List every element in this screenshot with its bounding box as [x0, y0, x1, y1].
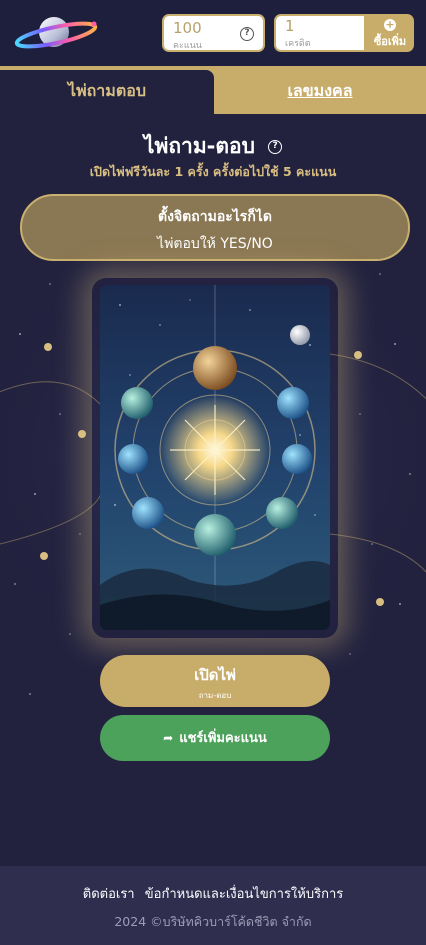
share-for-points-button[interactable]: ➦ แชร์เพิ่มคะแนน: [100, 715, 330, 761]
share-label: แชร์เพิ่มคะแนน: [179, 731, 267, 746]
credit-widget: 1 เครดิต + ซื้อเพิ่ม: [274, 14, 414, 52]
instruction-banner: ตั้งจิตถามอะไรก็ได ไพ่ตอบให้ YES/NO: [20, 194, 410, 261]
contact-link[interactable]: ติดต่อเรา: [83, 887, 135, 902]
help-circle-icon[interactable]: ?: [268, 139, 283, 154]
buy-more-button[interactable]: + ซื้อเพิ่ม: [366, 14, 414, 52]
score-value: 100: [173, 19, 202, 37]
title-row: ไพ่ถาม-ตอบ ?: [0, 130, 426, 163]
open-card-button[interactable]: เปิดไพ่ ถาม-ตอบ: [100, 655, 330, 707]
open-card-sublabel: ถาม-ตอบ: [198, 691, 232, 700]
tab-lucky-numbers[interactable]: เลขมงคล: [214, 70, 426, 114]
help-circle-icon[interactable]: ?: [240, 27, 254, 41]
app-header: 100 คะแนน ? 1 เครดิต + ซื้อเพิ่ม: [0, 0, 426, 66]
banner-line-2: ไพ่ตอบให้ YES/NO: [157, 236, 273, 252]
plus-circle-icon: +: [384, 18, 396, 31]
banner-line-1: ตั้งจิตถามอะไรก็ได: [158, 209, 272, 225]
share-arrow-icon: ➦: [163, 731, 174, 745]
tarot-card-image[interactable]: [100, 285, 330, 630]
buy-more-label: ซื้อเพิ่ม: [373, 35, 407, 48]
copyright-text: 2024 ©บริษัทคิวบาร์โค้ดชีวิต จำกัด: [114, 914, 312, 929]
tab-qa-cards[interactable]: ไพ่ถามตอบ: [0, 70, 214, 114]
score-field[interactable]: 100 คะแนน ?: [162, 14, 265, 52]
page-footer: ติดต่อเรา ข้อกำหนดและเงื่อนไขการให้บริกา…: [0, 866, 426, 945]
footer-links: ติดต่อเรา ข้อกำหนดและเงื่อนไขการให้บริกา…: [0, 883, 426, 904]
open-card-label: เปิดไพ่: [194, 666, 236, 684]
page-subtitle: เปิดไพ่ฟรีวันละ 1 ครั้ง ครั้งต่อไปใช้ 5 …: [89, 164, 337, 179]
page-title: ไพ่ถาม-ตอบ: [143, 134, 255, 158]
credit-unit: เครดิต: [285, 39, 311, 49]
saturn-logo-icon[interactable]: [14, 12, 100, 54]
terms-link[interactable]: ข้อกำหนดและเงื่อนไขการให้บริการ: [145, 887, 343, 902]
credit-field[interactable]: 1 เครดิต: [276, 16, 364, 50]
credit-value: 1: [285, 17, 295, 35]
score-unit: คะแนน: [173, 41, 202, 51]
tab-bar: ไพ่ถามตอบ เลขมงคล: [0, 66, 426, 114]
